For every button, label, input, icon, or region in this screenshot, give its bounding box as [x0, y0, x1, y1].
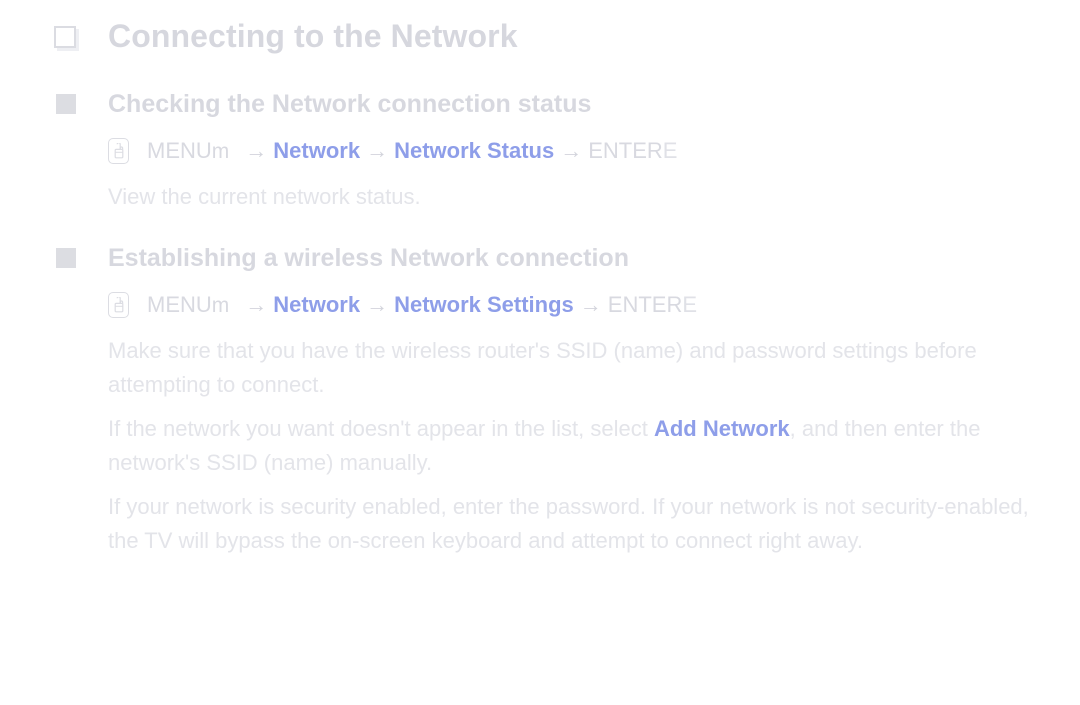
menu-path-2: MENUm → Network → Network Settings → ENT… — [0, 288, 1080, 322]
section-paragraph-2-3: If your network is security enabled, ent… — [108, 494, 1029, 553]
menu-step-1-2[interactable]: Network Status — [394, 136, 554, 166]
path-arrow-icon: → — [579, 292, 602, 317]
section-heading-row-2: Establishing a wireless Network connecti… — [0, 240, 1080, 276]
remote-button-press-icon — [108, 138, 129, 164]
path-arrow-icon: → — [245, 292, 268, 317]
add-network-link[interactable]: Add Network — [654, 416, 790, 441]
section-paragraph-2-1: Make sure that you have the wireless rou… — [108, 338, 977, 397]
section-heading-row-1: Checking the Network connection status — [0, 86, 1080, 122]
enter-key-label-1: ENTERE — [588, 138, 678, 163]
menu-step-1-1[interactable]: Network — [273, 136, 360, 166]
paragraph-text-before: If the network you want doesn't appear i… — [108, 416, 654, 441]
menu-key-label-1: MENUm — [147, 137, 230, 163]
section-title-2: Establishing a wireless Network connecti… — [108, 244, 629, 272]
emanual-page: Connecting to the Network Checking the N… — [0, 0, 1080, 705]
page-title: Connecting to the Network — [108, 18, 518, 54]
path-arrow-icon: → — [366, 138, 389, 163]
page-title-row: Connecting to the Network — [0, 0, 1080, 58]
filled-square-bullet-icon — [56, 94, 76, 114]
section-paragraph-2-2: If the network you want doesn't appear i… — [0, 412, 1080, 480]
menu-key-label-2: MENUm — [147, 291, 230, 317]
path-arrow-icon: → — [245, 138, 268, 163]
filled-square-bullet-icon — [56, 248, 76, 268]
path-arrow-icon: → — [366, 292, 389, 317]
remote-button-press-icon — [108, 292, 129, 318]
path-arrow-icon: → — [560, 138, 583, 163]
hollow-square-bullet-icon — [54, 26, 76, 48]
menu-step-2-2[interactable]: Network Settings — [394, 290, 574, 320]
menu-path-1: MENUm → Network → Network Status → ENTER… — [0, 134, 1080, 168]
menu-step-2-1[interactable]: Network — [273, 290, 360, 320]
enter-key-label-2: ENTERE — [607, 292, 698, 317]
section-title-1: Checking the Network connection status — [108, 90, 592, 118]
section-paragraph-1-1: View the current network status. — [108, 184, 421, 209]
